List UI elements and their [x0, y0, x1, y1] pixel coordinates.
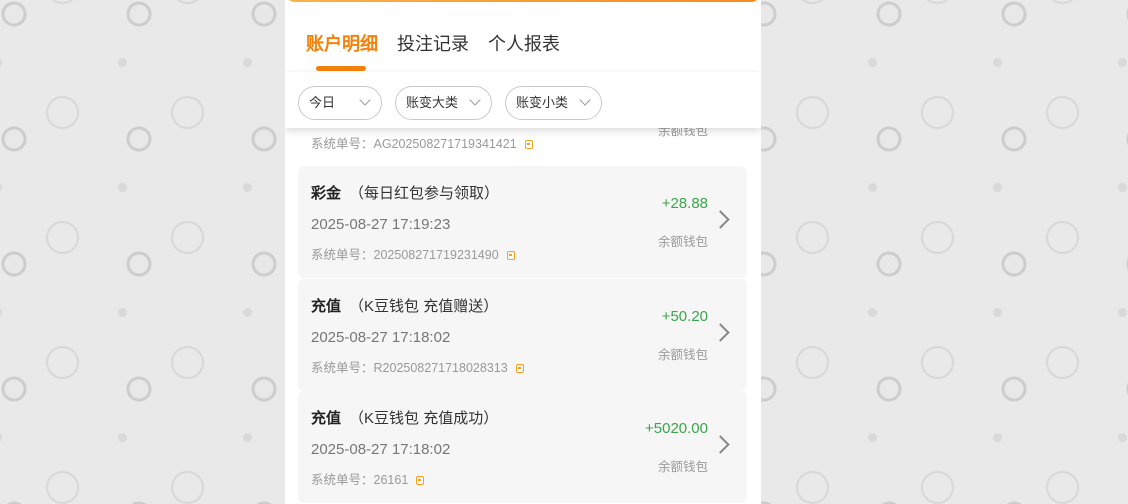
- wallet-label: 余额钱包: [657, 460, 708, 474]
- copy-icon[interactable]: [506, 251, 515, 260]
- list-item[interactable]: 充值 （K豆钱包 充值赠送） 2025-08-27 17:18:02 系统单号：R…: [298, 279, 747, 391]
- chevron-right-icon: [711, 435, 730, 454]
- filter-bar: 今日 账变大类 账变小类: [285, 72, 761, 128]
- order-number: 系统单号：R202508271718028313: [311, 357, 524, 376]
- copy-icon[interactable]: [524, 140, 533, 149]
- record-detail: （K豆钱包 充值成功）: [349, 410, 499, 427]
- list-item-partial[interactable]: 系统单号：AG202508271719341421 余额钱包: [298, 124, 747, 158]
- subcategory-filter-label: 账变小类: [516, 95, 569, 110]
- chevron-down-icon: [469, 94, 481, 106]
- wallet-label: 余额钱包: [657, 348, 708, 362]
- record-date: 2025-08-27 17:19:23: [311, 216, 451, 233]
- tab-personal-report[interactable]: 个人报表: [488, 30, 560, 56]
- order-number: 系统单号：AG202508271719341421: [311, 133, 533, 152]
- record-title: 彩金 （每日红包参与领取）: [311, 182, 499, 203]
- record-type: 彩金: [311, 185, 342, 202]
- copy-icon[interactable]: [515, 364, 524, 373]
- chevron-down-icon: [359, 94, 371, 106]
- active-tab-indicator: [316, 66, 366, 71]
- tab-account-details[interactable]: 账户明细: [306, 30, 378, 56]
- category-filter-select[interactable]: 账变大类: [395, 86, 492, 120]
- record-date: 2025-08-27 17:18:02: [311, 329, 451, 346]
- record-date: 2025-08-27 17:18:02: [311, 441, 451, 458]
- record-type: 充值: [311, 410, 342, 427]
- copy-icon[interactable]: [416, 476, 425, 485]
- header-bar: [285, 0, 761, 2]
- date-filter-label: 今日: [309, 95, 336, 110]
- record-amount: +5020.00: [645, 420, 708, 437]
- record-amount: +50.20: [661, 308, 708, 325]
- wallet-label: 余额钱包: [657, 235, 708, 249]
- record-title: 充值 （K豆钱包 充值成功）: [311, 407, 498, 428]
- subcategory-filter-select[interactable]: 账变小类: [505, 86, 602, 120]
- tab-bet-records[interactable]: 投注记录: [397, 30, 469, 56]
- chevron-right-icon: [711, 210, 730, 229]
- category-filter-label: 账变大类: [406, 95, 459, 110]
- record-amount: +28.88: [661, 195, 708, 212]
- date-filter-select[interactable]: 今日: [298, 86, 382, 120]
- record-detail: （K豆钱包 充值赠送）: [349, 298, 499, 315]
- order-number: 系统单号：26161: [311, 469, 425, 488]
- list-item[interactable]: 充值 （K豆钱包 充值成功） 2025-08-27 17:18:02 系统单号：2…: [298, 391, 747, 503]
- tab-bar: 账户明细 投注记录 个人报表: [285, 16, 761, 72]
- list-item[interactable]: 彩金 （每日红包参与领取） 2025-08-27 17:19:23 系统单号：20…: [298, 166, 747, 278]
- transaction-list: 系统单号：AG202508271719341421 余额钱包 彩金 （每日红包参与…: [285, 124, 761, 504]
- order-number: 系统单号：202508271719231490: [311, 244, 515, 263]
- chevron-right-icon: [711, 323, 730, 342]
- record-title: 充值 （K豆钱包 充值赠送）: [311, 295, 498, 316]
- app-panel: 账户明细 投注记录 个人报表 今日 账变大类 账变小类 系统单号：AG20250…: [285, 0, 761, 504]
- record-detail: （每日红包参与领取）: [349, 185, 500, 202]
- chevron-down-icon: [579, 94, 591, 106]
- record-type: 充值: [311, 298, 342, 315]
